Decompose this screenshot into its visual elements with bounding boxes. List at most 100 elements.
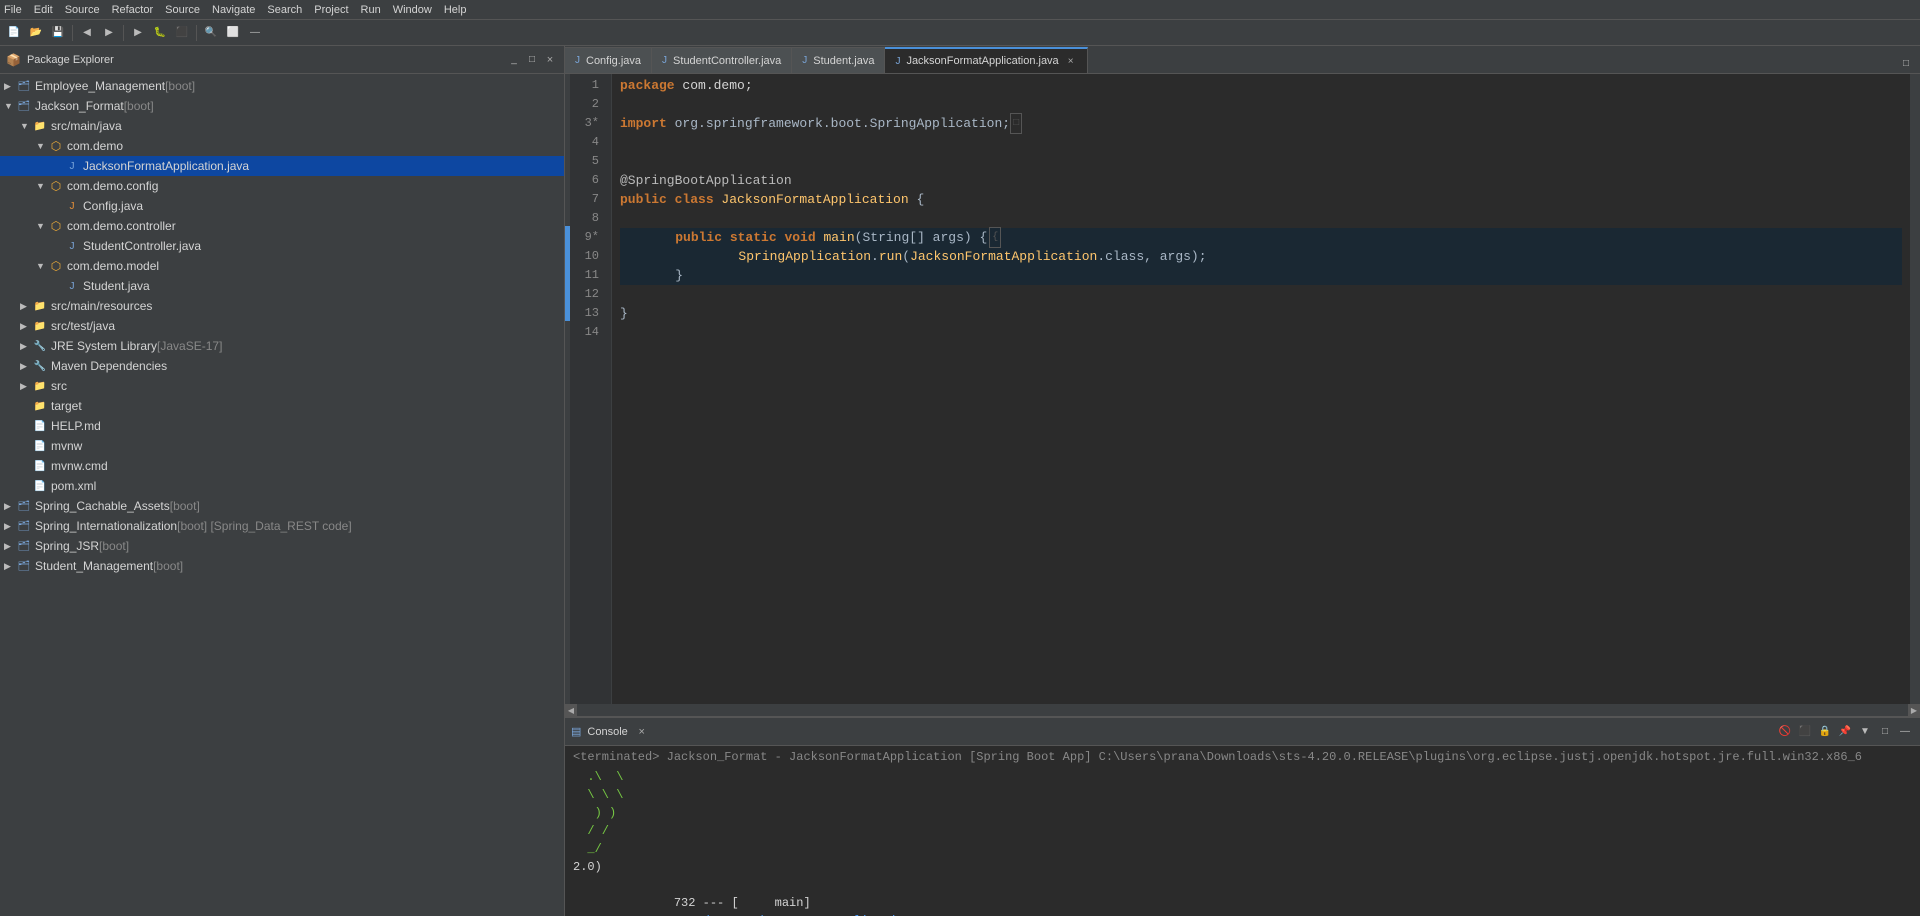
icon-pom: 📄 [32, 478, 48, 494]
label-test: src/test/java [51, 319, 115, 333]
tab-student-controller[interactable]: J StudentController.java [652, 47, 792, 73]
menu-navigate[interactable]: Navigate [212, 4, 255, 16]
pkg-com-demo: com.demo; [675, 76, 753, 95]
toolbar-back[interactable]: ◀ [77, 23, 97, 43]
console-scroll-lock[interactable]: 🔒 [1816, 723, 1834, 741]
label-jackson: Jackson_Format [35, 99, 124, 113]
code-editor[interactable]: 1 2 3* 4 5 6 7 8 9* 10 11 12 13 [565, 74, 1910, 704]
tree-item-test[interactable]: ▶ 📁 src/test/java [0, 316, 564, 336]
arrow-spring-jsr: ▶ [4, 541, 16, 552]
icon-maven: 🔧 [32, 358, 48, 374]
tree-item-spring-cachable[interactable]: ▶ 🗂 Spring_Cachable_Assets [boot] [0, 496, 564, 516]
editor-right-scrollbar[interactable] [1910, 74, 1920, 704]
toolbar-stop[interactable]: ⬛ [172, 23, 192, 43]
menu-run[interactable]: Run [361, 4, 381, 16]
tab-student[interactable]: J Student.java [792, 47, 885, 73]
tree-item-src[interactable]: ▶ 📁 src [0, 376, 564, 396]
kw-class: class [675, 190, 722, 209]
toolbar: 📄 📂 💾 ◀ ▶ ▶ 🐛 ⬛ 🔍 ⬜ — [0, 20, 1920, 46]
scroll-left[interactable]: ◀ [565, 704, 577, 716]
tab-jackson-close[interactable]: × [1065, 56, 1077, 67]
menu-window[interactable]: Window [393, 4, 432, 16]
sidebar-close-btn[interactable]: × [542, 52, 558, 68]
console-pin-btn[interactable]: 📌 [1836, 723, 1854, 741]
icon-student-controller: J [64, 238, 80, 254]
toolbar-maximize[interactable]: ⬜ [223, 23, 243, 43]
menu-help[interactable]: Help [444, 4, 467, 16]
indent-1 [620, 228, 675, 247]
icon-spring-jsr: 🗂 [16, 538, 32, 554]
tree-item-jackson-format[interactable]: ▼ 🗂 Jackson_Format [boot] [0, 96, 564, 116]
editor-maximize-btn[interactable]: □ [1896, 53, 1916, 73]
console-stop-btn[interactable]: ⬛ [1796, 723, 1814, 741]
toolbar-run[interactable]: ▶ [128, 23, 148, 43]
tree-item-target[interactable]: 📁 target [0, 396, 564, 416]
ln-13: 13 [570, 304, 603, 323]
sidebar-minimize-btn[interactable]: _ [506, 52, 522, 68]
tree-item-jre[interactable]: ▶ 🔧 JRE System Library [JavaSE-17] [0, 336, 564, 356]
tree-item-jackson-app[interactable]: J JacksonFormatApplication.java [0, 156, 564, 176]
arrow-model: ▼ [36, 261, 48, 271]
console-tab[interactable]: Console [587, 726, 627, 738]
code-line-4 [620, 133, 1902, 152]
code-line-1: package com.demo; [620, 76, 1902, 95]
console-minimize-btn[interactable]: — [1896, 723, 1914, 741]
sidebar: 📦 Package Explorer _ □ × ▶ 🗂 Employee_Ma… [0, 46, 565, 916]
toolbar-save[interactable]: 💾 [48, 23, 68, 43]
ln-5: 5 [570, 152, 603, 171]
toolbar-search[interactable]: 🔍 [201, 23, 221, 43]
console-menu-btn[interactable]: ▼ [1856, 723, 1874, 741]
code-line-8 [620, 209, 1902, 228]
label-model: com.demo.model [67, 259, 159, 273]
tree-item-student-java[interactable]: J Student.java [0, 276, 564, 296]
tree-item-mvnw[interactable]: 📄 mvnw [0, 436, 564, 456]
menu-source2[interactable]: Source [165, 4, 200, 16]
console-content: <terminated> Jackson_Format - JacksonFor… [565, 746, 1920, 916]
tab-student-controller-icon: J [662, 55, 667, 66]
tree-item-spring-jsr[interactable]: ▶ 🗂 Spring_JSR [boot] [0, 536, 564, 556]
tree-item-com-demo[interactable]: ▼ ⬡ com.demo [0, 136, 564, 156]
console-maximize-btn[interactable]: □ [1876, 723, 1894, 741]
toolbar-forward[interactable]: ▶ [99, 23, 119, 43]
class-name: JacksonFormatApplication [721, 190, 908, 209]
tree-item-com-demo-config[interactable]: ▼ ⬡ com.demo.config [0, 176, 564, 196]
code-line-12 [620, 285, 1902, 304]
icon-controller: ⬡ [48, 218, 64, 234]
arrow-src-main: ▼ [20, 121, 32, 131]
code-content[interactable]: package com.demo; import org.springframe… [612, 74, 1910, 704]
tree-item-student-controller[interactable]: J StudentController.java [0, 236, 564, 256]
tree-item-employee-management[interactable]: ▶ 🗂 Employee_Management [boot] [0, 76, 564, 96]
toolbar-debug[interactable]: 🐛 [150, 23, 170, 43]
icon-spring-cachable: 🗂 [16, 498, 32, 514]
menu-search[interactable]: Search [267, 4, 302, 16]
tree-item-spring-intl[interactable]: ▶ 🗂 Spring_Internationalization [boot] [… [0, 516, 564, 536]
menu-file[interactable]: File [4, 4, 22, 16]
menu-edit[interactable]: Edit [34, 4, 53, 16]
tree-item-mvnw-cmd[interactable]: 📄 mvnw.cmd [0, 456, 564, 476]
label-student-controller: StudentController.java [83, 239, 201, 253]
tree-item-config-java[interactable]: J Config.java [0, 196, 564, 216]
tree-item-com-demo-controller[interactable]: ▼ ⬡ com.demo.controller [0, 216, 564, 236]
tree-item-com-demo-model[interactable]: ▼ ⬡ com.demo.model [0, 256, 564, 276]
console-clear-btn[interactable]: 🚫 [1776, 723, 1794, 741]
tab-config[interactable]: J Config.java [565, 47, 652, 73]
icon-student-mgmt: 🗂 [16, 558, 32, 574]
tree-item-src-main-java[interactable]: ▼ 📁 src/main/java [0, 116, 564, 136]
menu-refactor[interactable]: Refactor [112, 4, 154, 16]
menu-source[interactable]: Source [65, 4, 100, 16]
toolbar-new[interactable]: 📄 [4, 23, 24, 43]
toolbar-minimize[interactable]: — [245, 23, 265, 43]
tree-item-pom[interactable]: 📄 pom.xml [0, 476, 564, 496]
tree-item-help[interactable]: 📄 HELP.md [0, 416, 564, 436]
tree-item-resources[interactable]: ▶ 📁 src/main/resources [0, 296, 564, 316]
sidebar-maximize-btn[interactable]: □ [524, 52, 540, 68]
console-close-btn[interactable]: × [634, 724, 650, 740]
tree-item-student-mgmt[interactable]: ▶ 🗂 Student_Management [boot] [0, 556, 564, 576]
tab-jackson-app[interactable]: J JacksonFormatApplication.java × [885, 47, 1087, 73]
toolbar-open[interactable]: 📂 [26, 23, 46, 43]
tree-item-maven[interactable]: ▶ 🔧 Maven Dependencies [0, 356, 564, 376]
menu-project[interactable]: Project [314, 4, 348, 16]
arrow-resources: ▶ [20, 301, 32, 312]
label-com-demo: com.demo [67, 139, 123, 153]
scroll-right[interactable]: ▶ [1908, 704, 1920, 716]
